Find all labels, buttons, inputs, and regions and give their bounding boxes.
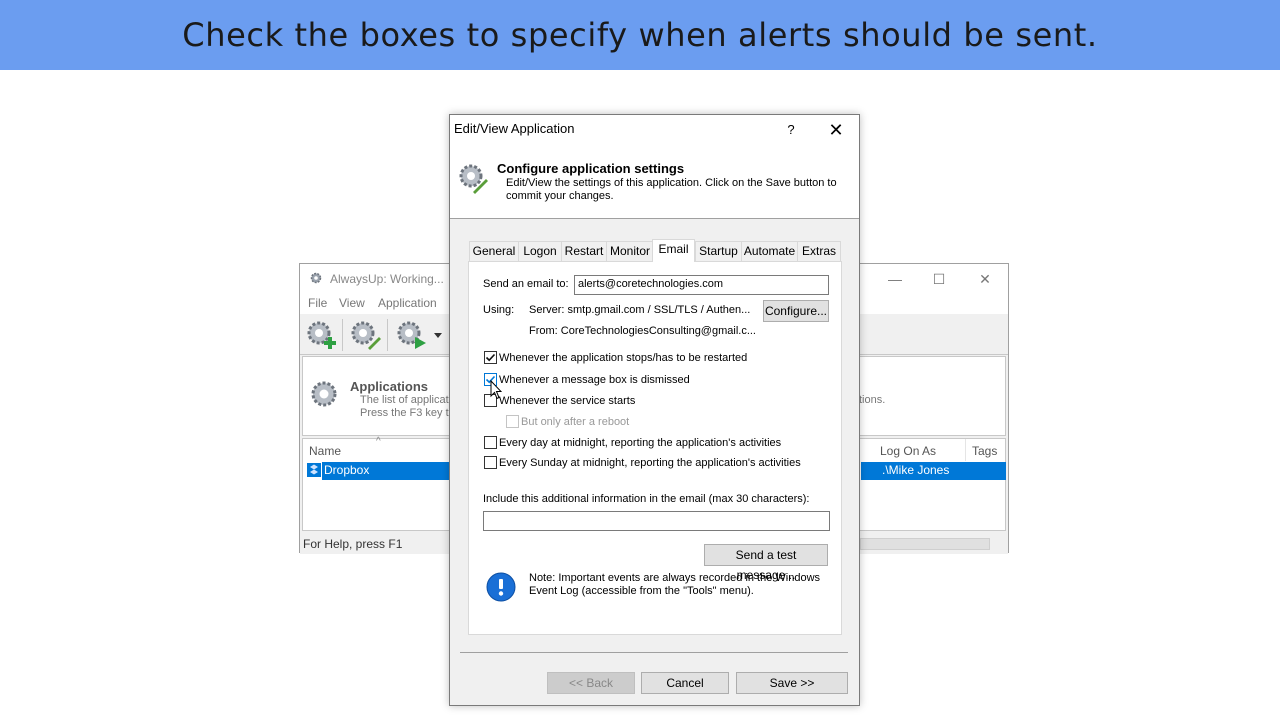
help-button[interactable]: ?	[780, 119, 802, 141]
menu-application[interactable]: Application	[378, 296, 437, 310]
edit-view-application-dialog: Edit/View Application ? ✕ Configure appl…	[449, 114, 860, 706]
checkbox-app-stops-label[interactable]: Whenever the application stops/has to be…	[499, 352, 747, 364]
save-button[interactable]: Save >>	[736, 672, 848, 694]
back-button[interactable]: << Back	[547, 672, 635, 694]
send-test-message-button[interactable]: Send a test message...	[704, 544, 828, 582]
checkbox-message-box-label[interactable]: Whenever a message box is dismissed	[499, 374, 690, 386]
dialog-title: Edit/View Application	[454, 121, 575, 136]
maximize-icon[interactable]: ☐	[924, 268, 954, 290]
additional-info-label: Include this additional information in t…	[483, 493, 810, 505]
checkbox-app-stops[interactable]	[484, 351, 497, 364]
smtp-server-text: Server: smtp.gmail.com / SSL/TLS / Authe…	[529, 304, 751, 316]
menu-file[interactable]: File	[308, 296, 327, 310]
row-name: Dropbox	[324, 463, 370, 477]
checkbox-sunday-midnight-label[interactable]: Every Sunday at midnight, reporting the …	[499, 457, 801, 469]
start-application-icon[interactable]	[394, 318, 428, 352]
column-divider	[965, 439, 966, 461]
minimize-icon[interactable]: —	[880, 268, 910, 290]
cancel-button[interactable]: Cancel	[641, 672, 729, 694]
footer-divider	[460, 652, 848, 653]
checkbox-sunday-midnight[interactable]	[484, 456, 497, 469]
dropbox-icon	[307, 463, 321, 477]
table-row[interactable]: Dropbox	[322, 462, 452, 480]
send-email-label: Send an email to:	[483, 278, 569, 290]
column-log-on-as[interactable]: Log On As	[880, 444, 936, 458]
applications-title: Applications	[350, 379, 429, 394]
checkmark-icon	[485, 353, 496, 362]
edit-application-icon[interactable]	[348, 318, 382, 352]
from-address-text: From: CoreTechnologiesConsulting@gmail.c…	[529, 325, 756, 337]
toolbar-divider	[342, 319, 343, 351]
using-label: Using:	[483, 304, 515, 316]
tab-logon[interactable]: Logon	[518, 241, 562, 261]
status-text: For Help, press F1	[303, 537, 403, 551]
tab-startup[interactable]: Startup	[695, 241, 742, 261]
chevron-down-icon[interactable]	[434, 333, 442, 339]
close-icon[interactable]: ✕	[822, 119, 850, 141]
applications-description: The list of applicatio Press the F3 key …	[360, 394, 458, 419]
dialog-header: Configure application settings Edit/View…	[450, 145, 859, 219]
column-name[interactable]: Name	[309, 444, 341, 458]
checkbox-after-reboot[interactable]	[506, 415, 519, 428]
add-application-icon[interactable]	[304, 318, 338, 352]
email-tab-panel: Send an email to: alerts@coretechnologie…	[468, 261, 842, 635]
checkbox-daily-midnight[interactable]	[484, 436, 497, 449]
tab-general[interactable]: General	[469, 241, 519, 261]
banner-text: Check the boxes to specify when alerts s…	[182, 16, 1098, 54]
tab-monitor[interactable]: Monitor	[606, 241, 654, 261]
configure-button[interactable]: Configure...	[763, 300, 829, 322]
tab-email[interactable]: Email	[652, 239, 695, 262]
column-tags[interactable]: Tags	[972, 444, 997, 458]
checkbox-after-reboot-label: But only after a reboot	[521, 416, 630, 428]
applications-description-end: tions.	[859, 394, 886, 406]
table-row-logon[interactable]: .\Mike Jones	[861, 462, 1006, 480]
instruction-banner: Check the boxes to specify when alerts s…	[0, 0, 1280, 70]
tab-automate[interactable]: Automate	[741, 241, 798, 261]
tab-restart[interactable]: Restart	[561, 241, 607, 261]
gear-icon	[311, 381, 337, 407]
horizontal-scrollbar[interactable]	[860, 538, 990, 550]
dialog-header-title: Configure application settings	[497, 161, 685, 176]
email-address-field[interactable]: alerts@coretechnologies.com	[574, 275, 829, 295]
event-log-note: Note: Important events are always record…	[529, 572, 821, 597]
checkbox-daily-midnight-label[interactable]: Every day at midnight, reporting the app…	[499, 437, 781, 449]
additional-info-field[interactable]	[483, 511, 830, 531]
app-gear-icon	[310, 272, 322, 284]
checkbox-service-starts-label[interactable]: Whenever the service starts	[499, 395, 635, 407]
tab-extras[interactable]: Extras	[797, 241, 841, 261]
info-icon	[486, 572, 516, 602]
toolbar-divider	[387, 319, 388, 351]
dialog-header-subtitle: Edit/View the settings of this applicati…	[506, 177, 837, 202]
main-window-title: AlwaysUp: Working...	[330, 272, 444, 286]
row-logon: .\Mike Jones	[882, 463, 950, 477]
dialog-titlebar: Edit/View Application ? ✕	[450, 115, 859, 145]
close-icon[interactable]: ✕	[970, 268, 1000, 290]
sort-up-icon: ^	[376, 436, 381, 447]
mouse-cursor-icon	[490, 380, 502, 400]
settings-gear-icon	[459, 164, 488, 194]
menu-view[interactable]: View	[339, 296, 365, 310]
